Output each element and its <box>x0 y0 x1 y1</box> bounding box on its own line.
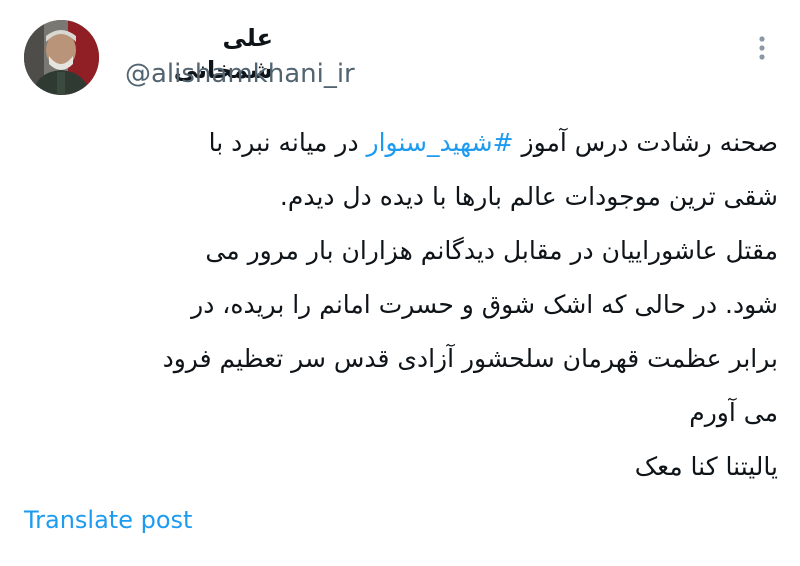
post-line: صحنه رشادت درس آموز #شهید_سنوار در میانه… <box>22 116 778 170</box>
post-text-segment: صحنه رشادت درس آموز <box>513 128 778 157</box>
hashtag-link[interactable]: #شهید_سنوار <box>367 128 514 157</box>
post-text-segment: در میانه نبرد با <box>208 128 367 157</box>
post-line: شود. در حالی که اشک شوق و حسرت امانم را … <box>191 290 778 319</box>
more-vertical-icon <box>759 36 765 60</box>
post-line: مقتل عاشوراییان در مقابل دیدگانم هزاران … <box>205 236 778 265</box>
post-line: یالیتنا کنا معک <box>634 452 778 481</box>
post-header: علی شمخانی @alishamkhani_ir <box>0 0 800 120</box>
avatar-photo <box>24 20 99 95</box>
post-line: می آورم <box>689 398 778 427</box>
more-options-button[interactable] <box>744 30 780 66</box>
avatar[interactable] <box>24 20 99 95</box>
post-line: شقی ترین موجودات عالم بارها با دیده دل د… <box>279 182 778 211</box>
handle[interactable]: @alishamkhani_ir <box>125 57 355 91</box>
post-text: صحنه رشادت درس آموز #شهید_سنوار در میانه… <box>22 116 778 494</box>
post-line: برابر عظمت قهرمان سلحشور آزادی قدس سر تع… <box>162 344 778 373</box>
translate-post-link[interactable]: Translate post <box>24 503 192 537</box>
